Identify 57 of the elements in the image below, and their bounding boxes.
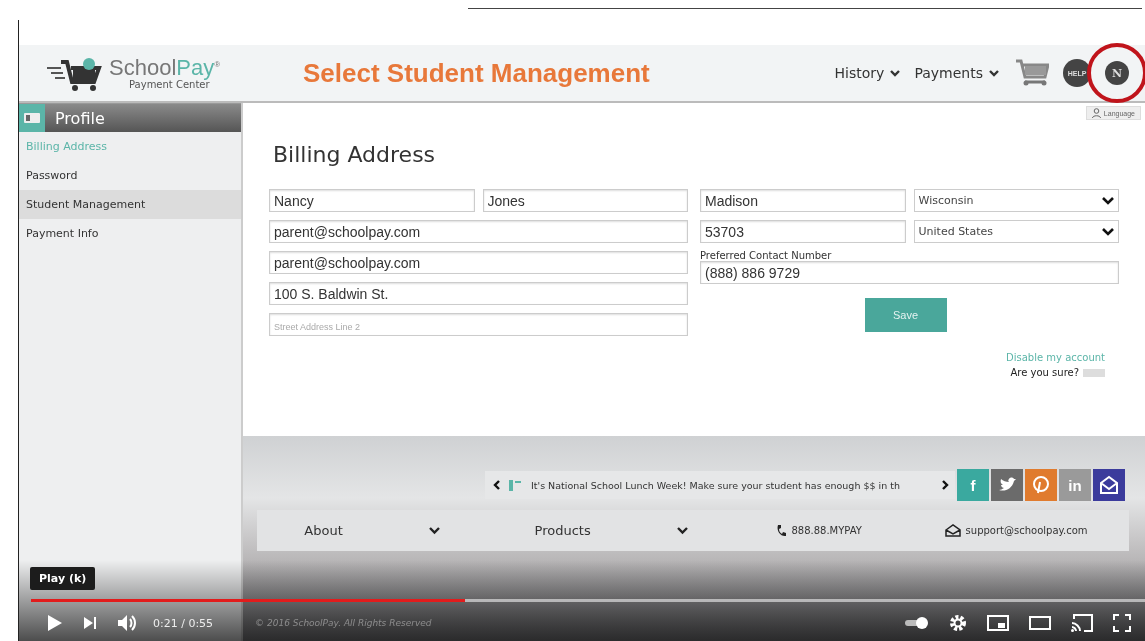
sidebar-title: Profile bbox=[55, 108, 105, 128]
time-display: 0:21 / 0:55 bbox=[153, 616, 214, 630]
chevron-down-icon bbox=[1102, 196, 1114, 205]
footer-dropdown[interactable]: Products bbox=[528, 522, 694, 539]
theater-mode-icon[interactable] bbox=[1029, 616, 1051, 630]
field-label: Preferred Contact Number bbox=[700, 250, 833, 261]
settings-icon[interactable] bbox=[949, 614, 967, 632]
progress-track[interactable] bbox=[31, 599, 1145, 602]
chevron-down-icon bbox=[989, 69, 999, 77]
phone-number: 888.88.MYPAY bbox=[791, 525, 862, 536]
logo-tagline: Payment Center bbox=[129, 78, 210, 90]
input-field[interactable]: Street Address Line 2 bbox=[269, 313, 688, 336]
bird-icon[interactable] bbox=[991, 469, 1023, 501]
fullscreen-icon[interactable] bbox=[1113, 614, 1131, 632]
play-tooltip: Play (k) bbox=[30, 567, 96, 590]
phone-icon bbox=[776, 524, 787, 537]
input-field[interactable]: Nancy bbox=[269, 189, 475, 212]
sidebar-link[interactable]: Payment Info bbox=[19, 219, 241, 248]
sidebar-link[interactable]: Password bbox=[19, 161, 241, 190]
person-icon bbox=[1091, 108, 1101, 118]
confirm-text: Are you sure? bbox=[1010, 367, 1079, 378]
logo-text: SchoolPay$^{®}$ bbox=[109, 56, 221, 79]
miniplayer-icon[interactable] bbox=[987, 615, 1009, 631]
phone-field[interactable]: (888) 886 9729 bbox=[700, 261, 1119, 284]
page-title: Select Student Management bbox=[303, 57, 650, 89]
input-field[interactable]: Jones bbox=[482, 189, 688, 212]
sidebar-link[interactable]: Student Management bbox=[19, 190, 241, 219]
chevron-down-icon bbox=[1102, 227, 1114, 236]
nav-dropdown[interactable]: History bbox=[834, 65, 901, 81]
footer-dropdown[interactable]: About bbox=[298, 522, 446, 539]
dropdown-field[interactable]: United States bbox=[913, 220, 1119, 243]
input-field[interactable]: parent@schoolpay.com bbox=[269, 220, 688, 243]
input-field[interactable]: 100 S. Baldwin St. bbox=[269, 282, 688, 305]
envelope-icon bbox=[944, 524, 961, 537]
dropdown-field[interactable]: Wisconsin bbox=[913, 189, 1119, 212]
play-icon[interactable] bbox=[47, 614, 63, 632]
input-field[interactable]: parent@schoolpay.com bbox=[269, 251, 688, 274]
chevron-down-icon bbox=[428, 526, 440, 535]
copyright-text: © 2016 SchoolPay. All Rights Reserved bbox=[255, 618, 432, 628]
user-avatar[interactable]: N bbox=[1105, 61, 1129, 85]
cart-icon[interactable] bbox=[1015, 59, 1049, 87]
flag-icon bbox=[509, 479, 523, 491]
chevron-down-icon bbox=[676, 526, 688, 535]
chevron-down-icon bbox=[890, 69, 901, 77]
envelope-icon[interactable] bbox=[1093, 469, 1125, 501]
volume-icon[interactable] bbox=[117, 614, 137, 632]
ticker-text: It's National School Lunch Week! Make sure your student has enough $$ in th bbox=[531, 479, 901, 491]
next-icon[interactable] bbox=[83, 616, 97, 630]
pin-icon[interactable] bbox=[1025, 469, 1057, 501]
input-field[interactable]: 53703 bbox=[700, 220, 906, 243]
id-card-icon bbox=[24, 113, 40, 123]
input-field[interactable]: Madison bbox=[700, 189, 906, 212]
cast-icon[interactable] bbox=[1071, 614, 1093, 632]
email-link[interactable]: support@schoolpay.com bbox=[965, 525, 1088, 536]
nav-dropdown[interactable]: Payments bbox=[914, 65, 999, 81]
form-title: Billing Address bbox=[273, 142, 437, 167]
autoplay-toggle[interactable] bbox=[905, 616, 929, 630]
